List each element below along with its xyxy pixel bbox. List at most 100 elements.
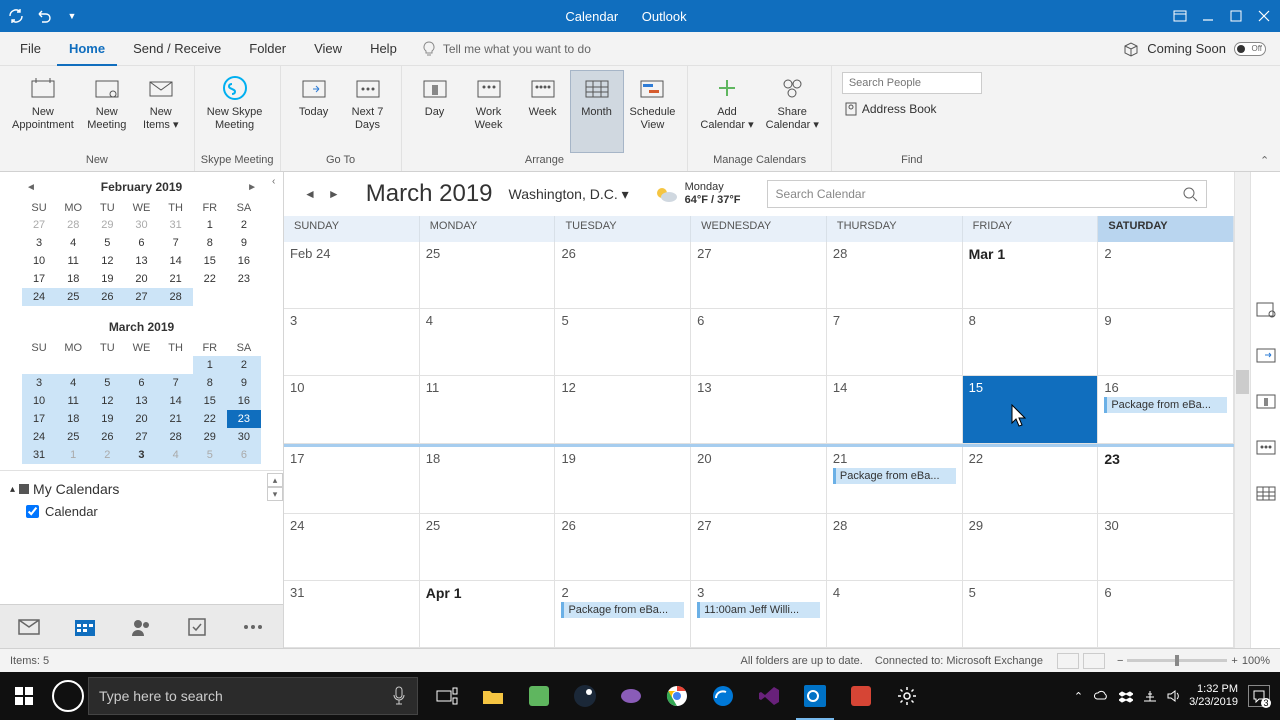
mini-cal-day[interactable]: 2 <box>227 216 261 234</box>
mini-cal-day[interactable]: 23 <box>227 270 261 288</box>
task-view-icon[interactable] <box>424 672 470 720</box>
new-meeting-button[interactable]: NewMeeting <box>80 70 134 153</box>
collapse-nav-icon[interactable]: ‹ <box>272 176 284 187</box>
mini-cal-day[interactable] <box>56 356 90 374</box>
day-view-button[interactable]: Day <box>408 70 462 153</box>
mini-cal-day[interactable]: 8 <box>193 374 227 392</box>
view-normal-button[interactable] <box>1057 653 1079 669</box>
calendar-checkbox[interactable] <box>26 505 39 518</box>
peek-today-icon[interactable] <box>1256 346 1276 364</box>
mini-cal-day[interactable]: 2 <box>227 356 261 374</box>
calendar-cell[interactable]: 4 <box>420 309 556 375</box>
menu-folder[interactable]: Folder <box>237 32 298 66</box>
next-month-icon[interactable]: ► <box>247 182 257 193</box>
mini-cal-day[interactable]: 27 <box>22 216 56 234</box>
steam-icon[interactable] <box>562 672 608 720</box>
app-red-icon[interactable] <box>838 672 884 720</box>
mini-cal-day[interactable]: 4 <box>56 234 90 252</box>
tell-me[interactable]: Tell me what you want to do <box>421 41 591 57</box>
calendar-cell[interactable]: 8 <box>963 309 1099 375</box>
mini-cal-day[interactable]: 2 <box>90 446 124 464</box>
calendar-cell[interactable]: 9 <box>1098 309 1234 375</box>
file-explorer-icon[interactable] <box>470 672 516 720</box>
mini-cal-day[interactable]: 26 <box>90 288 124 306</box>
peek-week-icon[interactable] <box>1256 438 1276 456</box>
calendar-cell[interactable]: 23 <box>1098 447 1234 513</box>
mini-cal-day[interactable]: 5 <box>193 446 227 464</box>
calendar-cell[interactable]: 25 <box>420 514 556 580</box>
calendar-cell[interactable]: 28 <box>827 514 963 580</box>
mini-cal-day[interactable]: 13 <box>124 392 158 410</box>
mini-cal-day[interactable] <box>227 288 261 306</box>
next-period-icon[interactable]: ► <box>322 187 346 201</box>
minimize-icon[interactable] <box>1198 6 1218 26</box>
mini-cal-day[interactable]: 29 <box>90 216 124 234</box>
outlook-taskbar-icon[interactable] <box>792 672 838 720</box>
mini-cal-day[interactable]: 19 <box>90 410 124 428</box>
mini-cal-day[interactable]: 25 <box>56 288 90 306</box>
mini-cal-day[interactable]: 7 <box>159 234 193 252</box>
mini-cal-day[interactable]: 6 <box>227 446 261 464</box>
visual-studio-icon[interactable] <box>746 672 792 720</box>
calendar-cell[interactable]: 25 <box>420 242 556 308</box>
mini-cal-day[interactable] <box>159 356 193 374</box>
mini-cal-day[interactable]: 27 <box>124 428 158 446</box>
mini-cal-day[interactable]: 31 <box>22 446 56 464</box>
mini-cal-day[interactable]: 25 <box>56 428 90 446</box>
mini-cal-day[interactable]: 10 <box>22 252 56 270</box>
coming-soon-toggle[interactable]: Off <box>1234 42 1266 56</box>
calendar-cell[interactable]: 19 <box>555 447 691 513</box>
mini-cal-day[interactable]: 24 <box>22 288 56 306</box>
mini-cal-day[interactable]: 4 <box>56 374 90 392</box>
calendar-cell[interactable]: 29 <box>963 514 1099 580</box>
calendar-icon[interactable] <box>74 616 96 638</box>
schedule-view-button[interactable]: ScheduleView <box>624 70 682 153</box>
calendar-cell[interactable]: 20 <box>691 447 827 513</box>
address-book-button[interactable]: Address Book <box>842 98 939 120</box>
menu-view[interactable]: View <box>302 32 354 66</box>
calendar-cell[interactable]: 24 <box>284 514 420 580</box>
search-people-input[interactable] <box>842 72 982 94</box>
month-view-button[interactable]: Month <box>570 70 624 153</box>
calendar-cell[interactable]: 18 <box>420 447 556 513</box>
work-week-button[interactable]: WorkWeek <box>462 70 516 153</box>
mini-cal-day[interactable]: 27 <box>124 288 158 306</box>
peek-month-icon[interactable] <box>1256 484 1276 502</box>
calendar-cell[interactable]: 311:00am Jeff Willi... <box>691 581 827 647</box>
calendar-cell[interactable]: Apr 1 <box>420 581 556 647</box>
ribbon-display-icon[interactable] <box>1170 6 1190 26</box>
dropdown-icon[interactable]: ▼ <box>62 6 82 26</box>
tray-chevron-icon[interactable]: ⌃ <box>1074 690 1083 703</box>
calendar-event[interactable]: 11:00am Jeff Willi... <box>697 602 820 618</box>
menu-send-receive[interactable]: Send / Receive <box>121 32 233 66</box>
mini-cal-day[interactable]: 8 <box>193 234 227 252</box>
mini-cal-day[interactable]: 15 <box>193 392 227 410</box>
mini-cal-day[interactable]: 16 <box>227 252 261 270</box>
peek-day-icon[interactable] <box>1256 392 1276 410</box>
app-green-icon[interactable] <box>516 672 562 720</box>
new-items-button[interactable]: NewItems ▾ <box>134 70 188 153</box>
calendar-cell[interactable]: 27 <box>691 242 827 308</box>
mini-cal-day[interactable]: 24 <box>22 428 56 446</box>
calendar-cell[interactable]: 6 <box>691 309 827 375</box>
mini-cal-day[interactable]: 22 <box>193 270 227 288</box>
calendar-cell[interactable]: Feb 24 <box>284 242 420 308</box>
mini-cal-day[interactable] <box>90 356 124 374</box>
mini-cal-day[interactable]: 19 <box>90 270 124 288</box>
mini-cal-day[interactable] <box>22 356 56 374</box>
prev-period-icon[interactable]: ◄ <box>298 187 322 201</box>
calendar-cell[interactable]: 2Package from eBa... <box>555 581 691 647</box>
menu-home[interactable]: Home <box>57 32 117 66</box>
volume-tray-icon[interactable] <box>1167 689 1179 703</box>
location-selector[interactable]: Washington, D.C. ▾ <box>509 186 629 203</box>
calendar-cell[interactable]: 26 <box>555 242 691 308</box>
app-purple-icon[interactable] <box>608 672 654 720</box>
mini-cal-day[interactable]: 17 <box>22 410 56 428</box>
mini-cal-day[interactable]: 9 <box>227 234 261 252</box>
calendar-cell[interactable]: 16Package from eBa... <box>1098 376 1234 442</box>
mini-cal-day[interactable]: 18 <box>56 410 90 428</box>
weather-widget[interactable]: Monday64°F / 37°F <box>653 181 741 207</box>
mini-cal-day[interactable]: 12 <box>90 252 124 270</box>
mini-cal-day[interactable]: 9 <box>227 374 261 392</box>
mini-cal-day[interactable]: 14 <box>159 252 193 270</box>
